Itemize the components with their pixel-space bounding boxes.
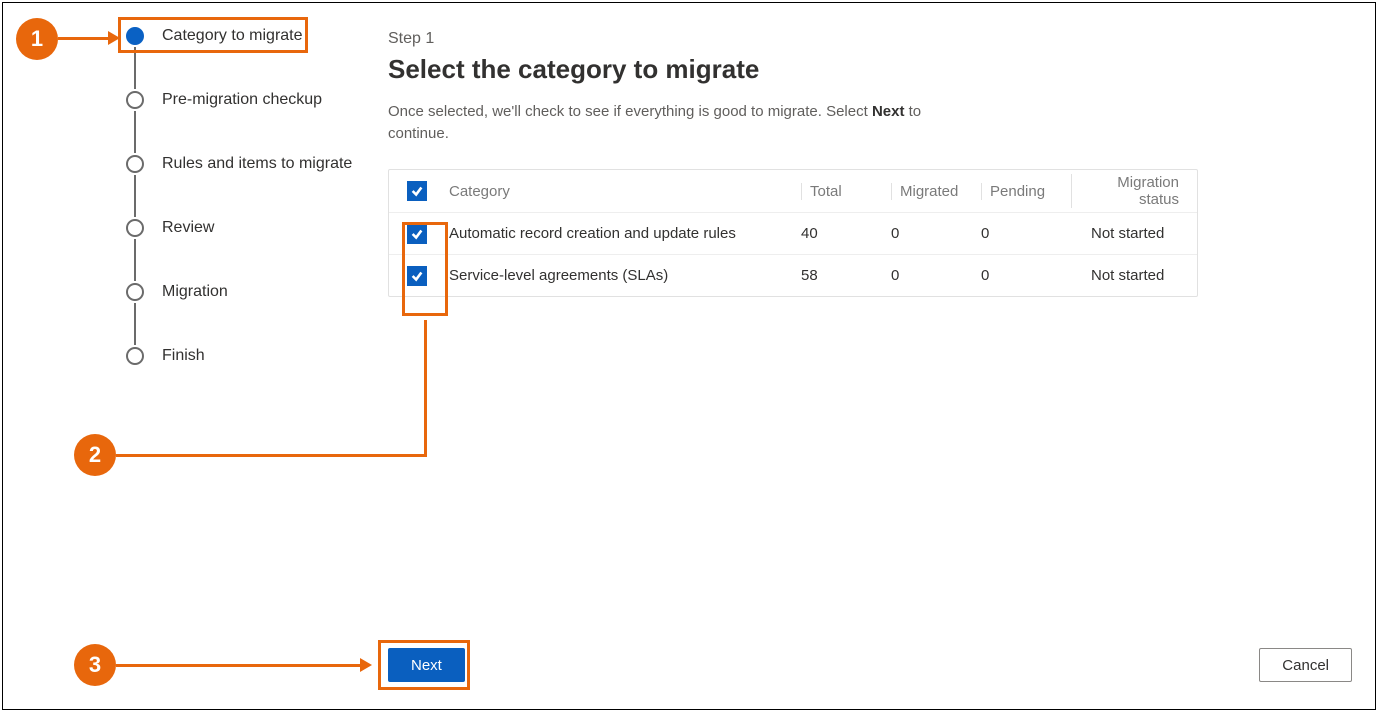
select-all-checkbox[interactable]	[407, 181, 427, 201]
annotation-arrow	[116, 664, 360, 667]
cell-pending: 0	[981, 225, 1071, 242]
col-status: Migration status	[1071, 174, 1179, 208]
wizard-steps: Category to migrate Pre-migration checku…	[126, 25, 356, 409]
annotation-badge-2: 2	[74, 434, 116, 476]
step-dot-icon	[126, 155, 144, 173]
cell-status: Not started	[1071, 267, 1179, 284]
cell-total: 40	[801, 225, 891, 242]
step-dot-icon	[126, 219, 144, 237]
desc-text-before: Once selected, we'll check to see if eve…	[388, 103, 872, 120]
annotation-badge-1: 1	[16, 18, 58, 60]
next-button-label: Next	[411, 657, 442, 674]
checkmark-icon	[410, 227, 424, 241]
main-panel: Step 1 Select the category to migrate On…	[388, 30, 1208, 297]
page-description: Once selected, we'll check to see if eve…	[388, 101, 928, 145]
step-dot-icon	[126, 347, 144, 365]
desc-text-bold: Next	[872, 103, 905, 120]
step-label: Migration	[162, 281, 228, 303]
row-checkbox[interactable]	[407, 224, 427, 244]
col-migrated: Migrated	[891, 183, 981, 200]
annotation-arrow	[58, 37, 108, 40]
table-row: Automatic record creation and update rul…	[389, 212, 1197, 254]
wizard-step-premigration[interactable]: Pre-migration checkup	[126, 89, 356, 153]
cell-category: Automatic record creation and update rul…	[449, 225, 801, 242]
step-dot-icon	[126, 27, 144, 45]
cell-migrated: 0	[891, 267, 981, 284]
page-title: Select the category to migrate	[388, 54, 1208, 85]
step-connector	[134, 239, 136, 281]
step-label: Rules and items to migrate	[162, 153, 352, 175]
table-row: Service-level agreements (SLAs) 58 0 0 N…	[389, 254, 1197, 296]
cell-status: Not started	[1071, 225, 1179, 242]
cell-category: Service-level agreements (SLAs)	[449, 267, 801, 284]
annotation-arrowhead-icon	[108, 31, 120, 45]
step-connector	[134, 47, 136, 89]
wizard-step-finish[interactable]: Finish	[126, 345, 356, 409]
col-pending: Pending	[981, 183, 1071, 200]
wizard-step-migration[interactable]: Migration	[126, 281, 356, 345]
cancel-button-label: Cancel	[1282, 657, 1329, 674]
table-header-row: Category Total Migrated Pending Migratio…	[389, 170, 1197, 212]
step-label: Category to migrate	[162, 25, 303, 47]
step-dot-icon	[126, 91, 144, 109]
annotation-arrow	[424, 320, 427, 457]
step-connector	[134, 111, 136, 153]
cell-pending: 0	[981, 267, 1071, 284]
step-number: Step 1	[388, 30, 1208, 48]
step-label: Pre-migration checkup	[162, 89, 322, 111]
cell-migrated: 0	[891, 225, 981, 242]
wizard-step-category[interactable]: Category to migrate	[126, 25, 356, 89]
wizard-step-rules-items[interactable]: Rules and items to migrate	[126, 153, 356, 217]
row-checkbox[interactable]	[407, 266, 427, 286]
next-button[interactable]: Next	[388, 648, 465, 682]
cell-total: 58	[801, 267, 891, 284]
wizard-step-review[interactable]: Review	[126, 217, 356, 281]
step-label: Finish	[162, 345, 205, 367]
step-dot-icon	[126, 283, 144, 301]
step-connector	[134, 175, 136, 217]
step-connector	[134, 303, 136, 345]
annotation-arrow	[116, 454, 424, 457]
category-table: Category Total Migrated Pending Migratio…	[388, 169, 1198, 297]
checkmark-icon	[410, 184, 424, 198]
col-total: Total	[801, 183, 891, 200]
annotation-badge-3: 3	[74, 644, 116, 686]
checkmark-icon	[410, 269, 424, 283]
step-label: Review	[162, 217, 214, 239]
annotation-arrowhead-icon	[360, 658, 372, 672]
col-category: Category	[449, 183, 801, 200]
cancel-button[interactable]: Cancel	[1259, 648, 1352, 682]
